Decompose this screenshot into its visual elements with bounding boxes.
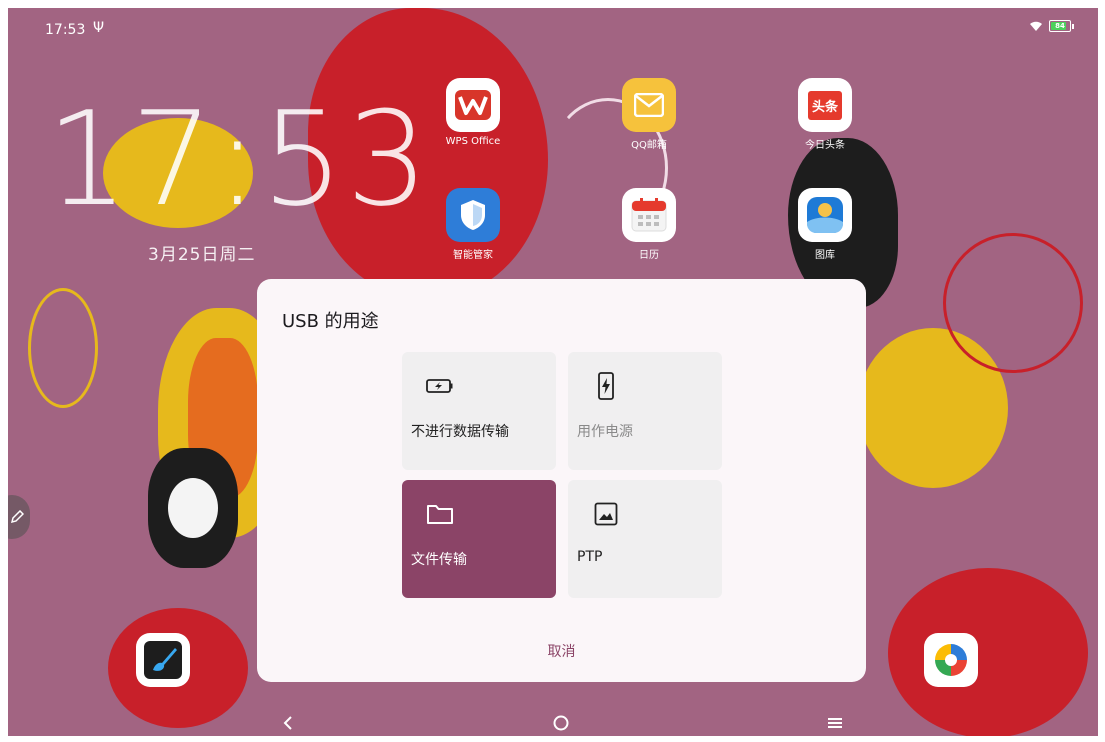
status-icons: 84 xyxy=(1029,20,1074,32)
app-label: WPS Office xyxy=(445,136,501,147)
app-label: QQ邮箱 xyxy=(631,140,667,151)
back-button[interactable] xyxy=(273,708,303,736)
dialog-title: USB 的用途 xyxy=(282,311,379,332)
mail-icon xyxy=(622,78,676,132)
option-use-as-power[interactable]: 用作电源 xyxy=(568,352,722,470)
app-wps-office[interactable]: WPS Office xyxy=(428,78,518,147)
side-panel-handle[interactable] xyxy=(8,495,30,539)
menu-icon xyxy=(828,718,842,728)
app-qq-mail[interactable]: QQ邮箱 xyxy=(604,78,694,151)
app-gallery[interactable]: 图库 xyxy=(780,188,870,261)
option-ptp[interactable]: PTP xyxy=(568,480,722,598)
app-smart-manager[interactable]: 智能管家 xyxy=(428,188,518,261)
option-file-transfer[interactable]: 文件传输 xyxy=(402,480,556,598)
pencil-icon xyxy=(10,510,24,524)
home-button[interactable] xyxy=(546,708,576,736)
toutiao-icon: 头条 xyxy=(798,78,852,132)
back-icon xyxy=(283,716,292,730)
battery-charging-icon xyxy=(426,372,454,400)
option-label: 用作电源 xyxy=(577,424,633,440)
wps-icon xyxy=(446,78,500,132)
clock-widget-time[interactable]: 17:53 xyxy=(46,83,431,235)
toutiao-logo-text: 头条 xyxy=(807,90,842,120)
home-circle-icon xyxy=(553,715,569,731)
phone-charging-icon xyxy=(592,372,620,400)
battery-level: 84 xyxy=(1055,22,1065,30)
clock-widget-date[interactable]: 3月25日周二 xyxy=(148,240,255,265)
wallpaper-shape xyxy=(28,288,98,408)
wallpaper-shape xyxy=(943,233,1083,373)
shield-icon xyxy=(446,188,500,242)
calendar-icon xyxy=(622,188,676,242)
app-label: 日历 xyxy=(639,250,659,261)
usb-icon: Ψ xyxy=(93,20,105,36)
app-toutiao[interactable]: 头条 今日头条 xyxy=(780,78,870,151)
app-browser[interactable] xyxy=(906,633,996,687)
app-calendar[interactable]: 日历 xyxy=(604,188,694,261)
battery-icon: 84 xyxy=(1049,20,1074,32)
option-label: 文件传输 xyxy=(411,552,467,568)
option-label: 不进行数据传输 xyxy=(411,424,509,440)
wifi-icon xyxy=(1030,21,1042,31)
app-label: 今日头条 xyxy=(805,140,845,151)
option-label: PTP xyxy=(577,549,603,565)
usb-purpose-dialog: USB 的用途 不进行数据传输 用作电源 文件传输 PTP 取消 xyxy=(257,279,866,682)
paintbrush-icon xyxy=(136,633,190,687)
browser-icon xyxy=(924,633,978,687)
app-paint[interactable] xyxy=(118,633,208,687)
app-label: 智能管家 xyxy=(453,250,493,261)
cancel-button[interactable]: 取消 xyxy=(257,641,866,661)
recents-button[interactable] xyxy=(820,708,850,736)
folder-icon xyxy=(426,500,454,528)
gallery-icon xyxy=(798,188,852,242)
image-icon xyxy=(592,500,620,528)
status-time: 17:53 xyxy=(45,22,86,38)
app-label: 图库 xyxy=(815,250,835,261)
wallpaper-shape xyxy=(168,478,218,538)
option-no-data-transfer[interactable]: 不进行数据传输 xyxy=(402,352,556,470)
